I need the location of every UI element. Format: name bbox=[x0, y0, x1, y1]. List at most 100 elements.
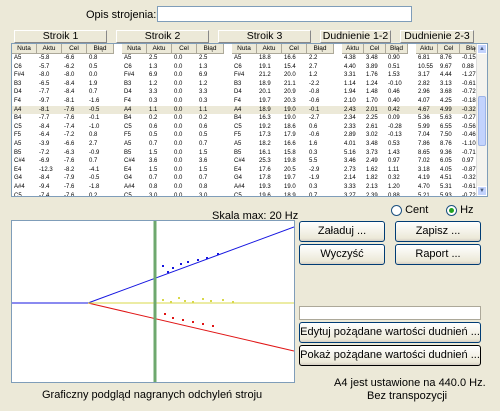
clear-button[interactable]: Wyczyść bbox=[299, 244, 385, 265]
table-cell: D4 bbox=[124, 89, 132, 96]
table-cell: 0.0 bbox=[174, 106, 183, 113]
table-cell: -8.4 bbox=[64, 89, 75, 96]
table-cell: 0.8 bbox=[89, 55, 98, 61]
cent-radio[interactable] bbox=[391, 204, 402, 216]
unit-cent-option[interactable]: Cent bbox=[391, 204, 428, 216]
table-cell: 2.96 bbox=[418, 89, 430, 96]
table-row[interactable]: C#4 -6.9 -7.6 0.7 C#4 3.6 0.0 3.6 C#4 25.3 19.8 5.5… bbox=[12, 157, 487, 166]
table-row[interactable]: C6 -5.7 -6.2 0.5 C6 1.3 0.0 1.3 C6 19.1 15.4 2.7 4.4… bbox=[12, 63, 487, 72]
table-row[interactable]: B3 -6.5 -8.4 1.9 B3 1.2 0.0 1.2 B3 18.9 21.1 -2.2 1.… bbox=[12, 80, 487, 89]
table-row[interactable]: A4 -8.1 -7.6 -0.5 A4 1.1 0.0 1.1 A4 18.9 19.0 -0.1 2… bbox=[12, 105, 487, 115]
deviation-chart bbox=[11, 220, 295, 383]
unit-hz-option[interactable]: Hz bbox=[446, 204, 474, 216]
table-cell: C#4 bbox=[234, 158, 246, 165]
table-cell: -8.4 bbox=[39, 123, 50, 130]
table-row[interactable]: E4 -12.3 -8.2 -4.1 E4 1.5 0.0 1.5 E4 17.6 20.5 -2.9… bbox=[12, 166, 487, 175]
table-cell: 1.82 bbox=[366, 175, 378, 182]
hz-radio[interactable] bbox=[446, 204, 457, 216]
table-cell: 0.0 bbox=[89, 72, 98, 79]
table-row[interactable]: C5 -7.4 -7.6 0.2 C5 3.0 0.0 3.0 C5 19.6 18.9 0.7 3.2… bbox=[12, 192, 487, 197]
table-cell: -6.3 bbox=[64, 149, 75, 156]
table-cell: -8.1 bbox=[39, 106, 50, 113]
table-cell: 19.1 bbox=[259, 63, 271, 70]
load-button[interactable]: Załaduj ... bbox=[299, 221, 385, 242]
table-cell: C5 bbox=[14, 123, 22, 130]
table-cell: 5.99 bbox=[418, 123, 430, 130]
table-row[interactable]: F4 -9.7 -8.1 -1.6 F4 0.3 0.0 0.3 F4 19.7 20.3 -0.6 2… bbox=[12, 97, 487, 106]
scroll-thumb[interactable] bbox=[478, 96, 486, 146]
table-cell: -0.6 bbox=[309, 132, 320, 139]
data-point bbox=[202, 298, 204, 300]
column-header-nuta: Nuta bbox=[232, 44, 257, 54]
table-cell: 0.0 bbox=[174, 123, 183, 130]
chevron-down-icon[interactable]: ▼ bbox=[477, 186, 487, 196]
table-cell: 2.01 bbox=[366, 106, 378, 113]
table-cell: 0.6 bbox=[199, 123, 208, 130]
column-header-cel: Cel bbox=[282, 44, 307, 54]
table-row[interactable]: B4 -7.7 -7.6 -0.1 B4 0.2 0.0 0.2 B4 16.3 19.0 -2.7 2… bbox=[12, 114, 487, 123]
table-cell: -7.7 bbox=[39, 115, 50, 122]
data-point bbox=[212, 325, 214, 327]
table-cell: 3.13 bbox=[440, 80, 452, 87]
table-cell: C6 bbox=[14, 63, 22, 70]
table-row[interactable]: A#4 -9.4 -7.6 -1.8 A#4 0.8 0.0 0.8 A#4 19.3 19.0 0.… bbox=[12, 183, 487, 192]
table-cell: 0.0 bbox=[174, 89, 183, 96]
table-cell: 6.9 bbox=[199, 72, 208, 79]
table-cell: 0.0 bbox=[174, 183, 183, 190]
table-cell: 0.2 bbox=[199, 115, 208, 122]
table-cell: 4.67 bbox=[418, 106, 430, 113]
table-row[interactable]: F#4 -8.0 -8.0 0.0 F#4 6.9 0.0 6.9 F#4 21.2 20.0 1.2… bbox=[12, 71, 487, 80]
table-cell: 7.86 bbox=[418, 140, 430, 147]
table-cell: 16.3 bbox=[259, 115, 271, 122]
table-cell: 25.3 bbox=[259, 158, 271, 165]
table-cell: -9.7 bbox=[39, 97, 50, 104]
table-row[interactable]: F5 -6.4 -7.2 0.8 F5 0.5 0.0 0.5 F5 17.3 17.9 -0.6 2.… bbox=[12, 131, 487, 140]
table-cell: 18.2 bbox=[259, 140, 271, 147]
save-button[interactable]: Zapisz ... bbox=[395, 221, 481, 242]
table-cell: -7.2 bbox=[39, 149, 50, 156]
table-cell: 1.3 bbox=[199, 63, 208, 70]
table-row[interactable]: D4 -7.7 -8.4 0.7 D4 3.3 0.0 3.3 D4 20.1 20.9 -0.8 1.… bbox=[12, 88, 487, 97]
description-input[interactable] bbox=[157, 6, 412, 22]
report-button[interactable]: Raport ... bbox=[395, 244, 481, 265]
table-cell: -7.6 bbox=[64, 158, 75, 165]
table-cell: 2.25 bbox=[366, 115, 378, 122]
table-cell: -6.2 bbox=[64, 63, 75, 70]
table-cell: -1.8 bbox=[89, 183, 100, 190]
table-cell: C6 bbox=[234, 63, 242, 70]
table-cell: 19.8 bbox=[284, 158, 296, 165]
table-cell: 0.2 bbox=[149, 115, 158, 122]
table-row[interactable]: A5 -5.8 -6.6 0.8 A5 2.5 0.0 2.5 A5 18.8 16.6 2.2 4.3… bbox=[12, 54, 487, 63]
data-point bbox=[192, 321, 194, 323]
table-cell: 2.5 bbox=[199, 55, 208, 61]
table-cell: 0.0 bbox=[174, 80, 183, 87]
chevron-up-icon[interactable]: ▲ bbox=[477, 44, 487, 54]
column-header-cel: Cel bbox=[438, 44, 460, 54]
table-cell: 0.7 bbox=[89, 158, 98, 165]
table-cell: 3.89 bbox=[366, 63, 378, 70]
table-row[interactable]: C5 -8.4 -7.4 -1.0 C5 0.6 0.0 0.6 C5 19.2 18.6 0.6 2.… bbox=[12, 123, 487, 132]
table-row[interactable]: B5 -7.2 -6.3 -0.9 B5 1.5 0.0 1.5 B5 16.1 15.8 0.3 5.… bbox=[12, 149, 487, 158]
table-cell: 3.17 bbox=[418, 72, 430, 79]
table-row[interactable]: G4 -8.4 -7.9 -0.5 G4 0.7 0.0 0.7 G4 17.8 19.7 -1.9 2… bbox=[12, 174, 487, 183]
table-cell: F5 bbox=[124, 132, 132, 139]
table-cell: B3 bbox=[14, 80, 22, 87]
edit-beats-button[interactable]: Edytuj pożądane wartości dudnień ... bbox=[299, 322, 481, 343]
table-cell: 1.62 bbox=[366, 166, 378, 173]
readings-table[interactable]: Nuta Aktu Cel Błąd Nuta Aktu Cel Błąd Nuta Aktu Ce… bbox=[11, 43, 488, 197]
table-cell: A5 bbox=[234, 140, 242, 147]
table-cell: 0.0 bbox=[174, 63, 183, 70]
table-row[interactable]: A5 -3.9 -6.6 2.7 A5 0.7 0.0 0.7 A5 18.2 16.6 1.6 4.0… bbox=[12, 140, 487, 149]
show-beats-button[interactable]: Pokaż pożądane wartości dudnień ... bbox=[299, 345, 481, 366]
table-cell: 9.67 bbox=[440, 63, 452, 70]
table-cell: 0.0 bbox=[174, 149, 183, 156]
table-cell: 0.0 bbox=[174, 55, 183, 61]
table-cell: 6.81 bbox=[418, 55, 430, 61]
table-cell: 5.93 bbox=[440, 192, 452, 197]
table-cell: 19.0 bbox=[284, 106, 296, 113]
table-cell: 18.8 bbox=[259, 55, 271, 61]
table-cell: E4 bbox=[234, 166, 242, 173]
table-cell: -7.7 bbox=[39, 89, 50, 96]
column-header-blad: Błąd bbox=[87, 44, 114, 54]
table-scrollbar[interactable]: ▲ ▼ bbox=[476, 44, 487, 196]
